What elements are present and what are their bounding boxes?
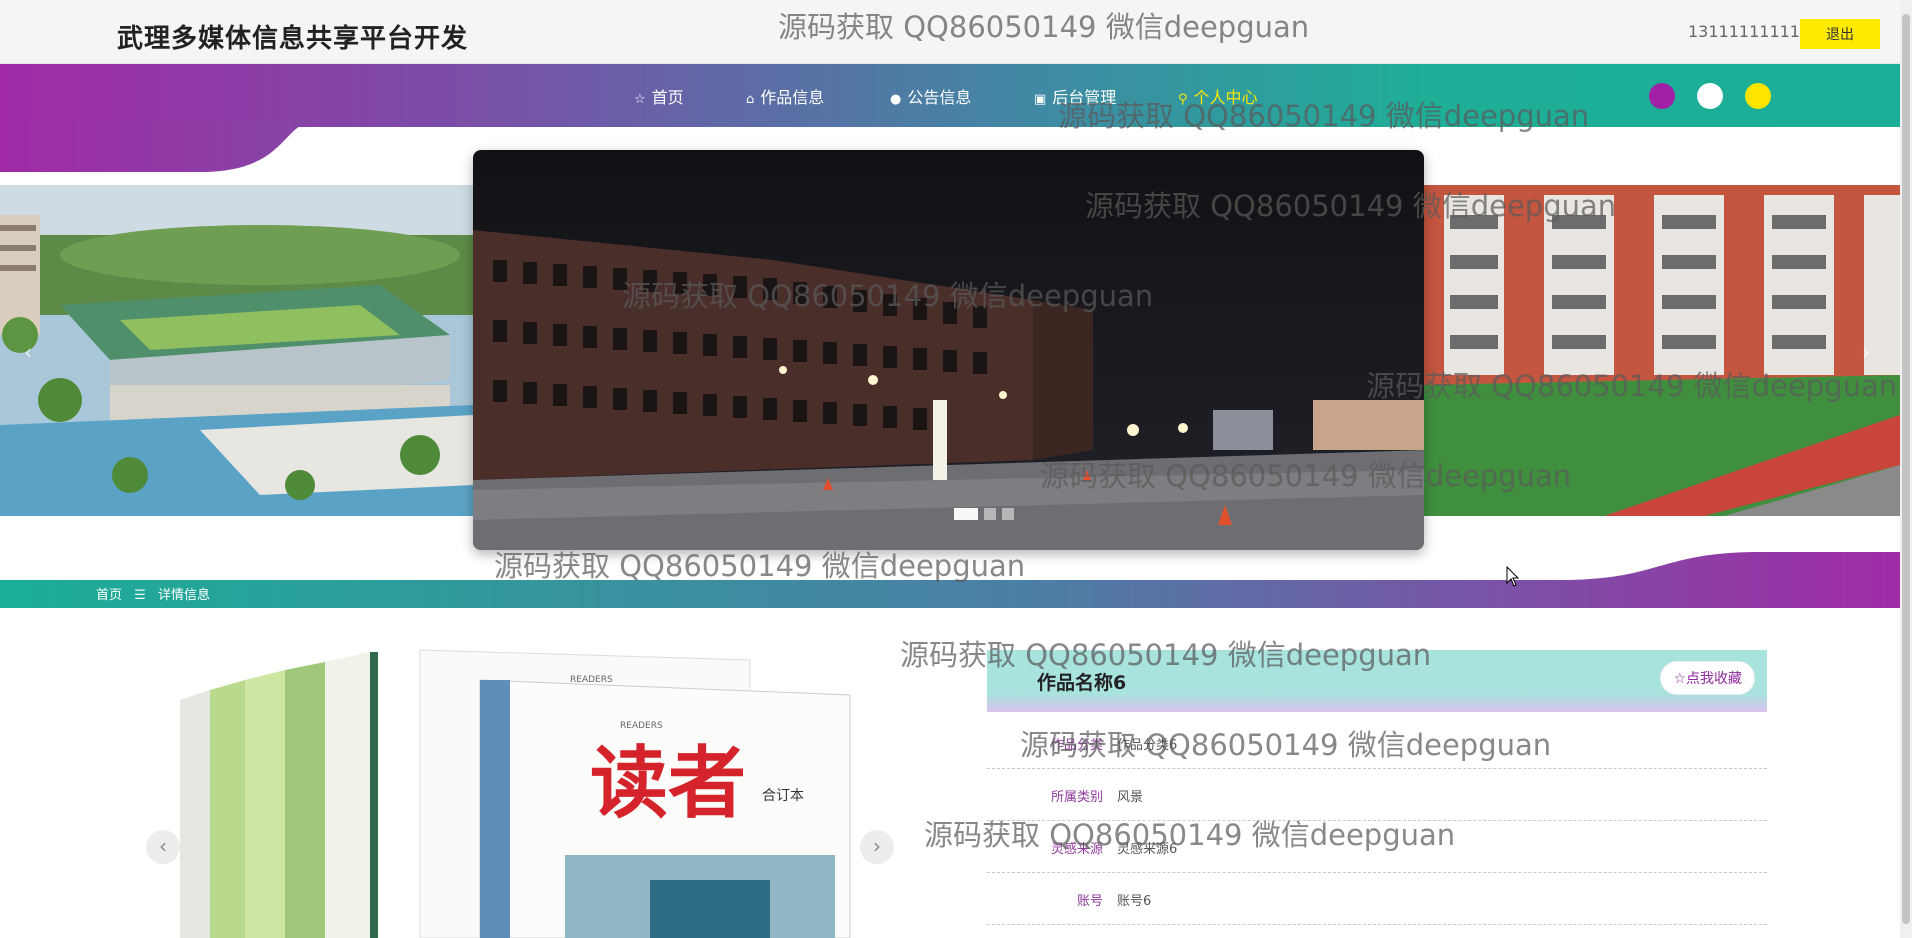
favorite-button[interactable]: ☆点我收藏 [1660,661,1755,695]
carousel-indicators [954,508,1014,520]
work-title: 作品名称6 [1037,672,1127,694]
theme-purple-button[interactable] [1649,83,1675,109]
carousel-indicator[interactable] [984,508,996,520]
carousel-next-arrow[interactable]: › [1862,340,1870,364]
scrollbar-thumb[interactable] [1902,14,1910,924]
detail-row-account: 账号 账号6 [987,873,1767,925]
home-icon: ⌂ [746,92,755,107]
carousel-slide-prev[interactable] [0,185,473,516]
book-series-text: READERS [620,721,663,731]
field-value: 账号6 [1117,894,1152,909]
page-scrollbar[interactable] [1900,0,1912,938]
star-outline-icon: ☆ [634,92,646,107]
carousel-indicator[interactable] [1002,508,1014,520]
bottom-wave-decoration [0,552,1900,608]
nav-label: 首页 [651,88,684,107]
campus-night-image [473,150,1424,550]
field-label: 账号 [1076,894,1103,909]
user-icon: ⚲ [1178,92,1188,107]
field-value: 作品分类6 [1117,738,1178,753]
carousel-indicator[interactable] [954,508,978,520]
theme-yellow-button[interactable] [1745,83,1771,109]
carousel-slide-active[interactable] [473,150,1424,550]
campus-aerial-image [0,185,473,516]
logout-button[interactable]: 退出 [1800,19,1880,49]
main-nav: ☆ 首页 ⌂ 作品信息 ● 公告信息 ▣ 后台管理 ⚲ 个人中心 [0,64,1900,127]
top-header: 武理多媒体信息共享平台开发 13111111111 退出 [0,0,1900,64]
breadcrumb-current: 详情信息 [157,588,210,603]
carousel-prev-arrow[interactable]: ‹ [24,340,32,364]
field-value: 灵感来源6 [1117,842,1178,857]
book-subtitle-text: 合订本 [762,788,804,804]
nav-item-works[interactable]: ⌂ 作品信息 [746,84,824,108]
user-account[interactable]: 13111111111 [1688,22,1800,41]
gallery-prev-arrow[interactable]: ‹ [146,830,180,864]
theme-white-button[interactable] [1697,83,1723,109]
site-title: 武理多媒体信息共享平台开发 [117,24,469,54]
nav-label: 后台管理 [1052,88,1117,107]
briefcase-icon: ▣ [1034,92,1047,107]
product-gallery: READERS READERS 读者 合订本 [150,640,890,938]
nav-label: 个人中心 [1193,88,1258,107]
mouse-cursor-icon [1506,566,1520,587]
carousel-slide-next[interactable] [1424,185,1900,516]
breadcrumb-home[interactable]: 首页 [96,588,122,603]
info-circle-icon: ● [890,92,902,107]
detail-row-type: 所属类别 风景 [987,769,1767,821]
nav-item-notices[interactable]: ● 公告信息 [890,84,971,108]
field-label: 所属类别 [1050,790,1103,805]
book-cover-image: READERS READERS 读者 合订本 [150,640,890,938]
nav-label: 公告信息 [907,88,972,107]
detail-header: 作品名称6 ☆点我收藏 [987,650,1767,712]
field-value: 风景 [1117,790,1144,805]
breadcrumb: 首页 ☰ 详情信息 [96,584,218,603]
nav-item-profile[interactable]: ⚲ 个人中心 [1178,84,1258,108]
nav-item-home[interactable]: ☆ 首页 [634,84,684,108]
gallery-next-arrow[interactable]: › [860,830,894,864]
nav-item-admin[interactable]: ▣ 后台管理 [1034,84,1116,108]
menu-icon: ☰ [134,588,146,603]
field-label: 灵感来源 [1050,842,1103,857]
campus-building-image [1424,185,1900,516]
detail-row-inspiration: 灵感来源 灵感来源6 [987,821,1767,873]
book-title-text: 读者 [590,738,746,829]
field-label: 作品分类 [1050,738,1103,753]
image-carousel[interactable]: ‹ › [0,150,1900,550]
detail-row-category: 作品分类 作品分类6 [987,717,1767,769]
nav-label: 作品信息 [760,88,825,107]
